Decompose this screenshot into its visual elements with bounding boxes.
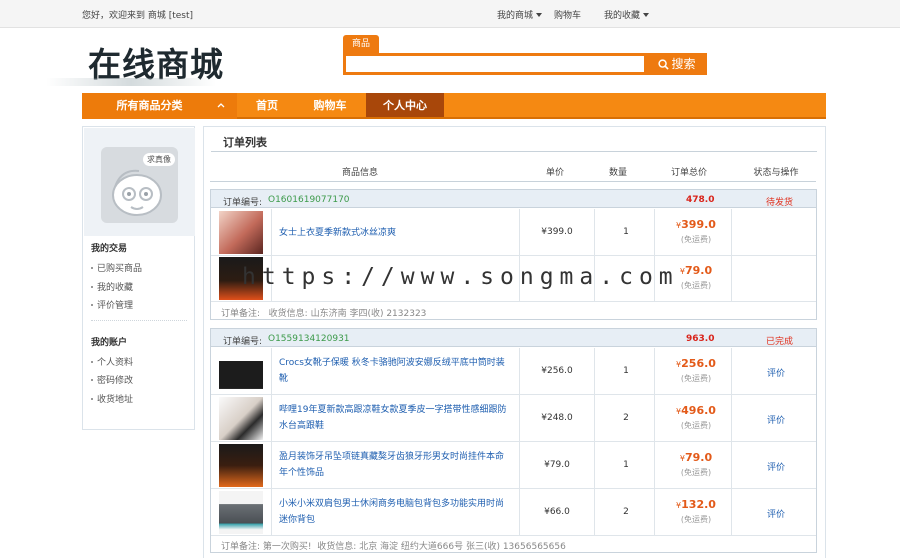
sidebar-item-reviews[interactable]: 评价管理: [91, 298, 133, 311]
unit-price: ¥399.0: [541, 227, 573, 237]
order-status: 已完成: [766, 337, 794, 347]
review-link[interactable]: 评价: [741, 366, 811, 379]
chevron-down-icon: [536, 13, 543, 17]
item-total: ¥132.0 (免运费): [676, 498, 716, 524]
review-link[interactable]: 评价: [741, 413, 811, 426]
order-note: 订单备注: 收货信息: 山东济南 李四(收) 2132323: [221, 309, 427, 319]
order-header: 订单编号: O1601619077170 478.0 待发货: [211, 190, 816, 208]
search-tab-goods[interactable]: 商品: [343, 35, 379, 54]
cart-link[interactable]: 购物车: [554, 8, 581, 21]
col-quantity: 数量: [608, 168, 627, 178]
product-name[interactable]: 小米小米双肩包男士休闲商务电脑包背包多功能实用时尚迷你背包: [279, 496, 509, 528]
table-row: 盈月装饰牙吊坠项链真藏獒牙齿狼牙形男女时尚挂件本命年个性饰品 ¥79.0 1 ¥…: [211, 442, 816, 489]
review-link[interactable]: 评价: [741, 460, 811, 473]
order-no-label: 订单编号:: [223, 337, 263, 347]
order-card: 订单编号: O1601619077170 478.0 待发货 女士上衣夏季新款式…: [210, 189, 817, 320]
logo-reflection: [46, 78, 216, 86]
order-total: 478.0: [686, 195, 715, 205]
order-note: 订单备注: 第一次购买! 收货信息: 北京 海淀 纽约大道666号 张三(收) …: [221, 542, 566, 552]
order-status: 待发货: [766, 198, 794, 208]
order-number[interactable]: O1559134120931: [268, 334, 350, 344]
unit-price: ¥248.0: [541, 413, 573, 423]
col-order-total: 订单总价: [670, 168, 707, 178]
chevron-down-icon: [643, 13, 650, 17]
product-image[interactable]: [219, 350, 263, 393]
avatar-badge: 求真像: [143, 153, 175, 166]
item-total: ¥496.0 (免运费): [676, 404, 716, 430]
nav-personal-center[interactable]: 个人中心: [366, 93, 444, 117]
table-row: 哔哩19年夏新款高跟凉鞋女款夏季皮一字搭带性感细跟防水台高跟鞋 ¥248.0 2…: [211, 395, 816, 442]
sidebar-item-purchased[interactable]: 已购买商品: [91, 261, 142, 274]
table-row: Crocs女靴子保暖 秋冬卡骆驰阿波安娜反绒平底中筒时装靴 ¥256.0 1 ¥…: [211, 348, 816, 395]
item-total: ¥399.0 (免运费): [676, 218, 716, 244]
table-row: 小米小米双肩包男士休闲商务电脑包背包多功能实用时尚迷你背包 ¥66.0 2 ¥1…: [211, 489, 816, 536]
unit-price: ¥66.0: [544, 507, 570, 517]
quantity: 1: [623, 366, 629, 376]
welcome-text: 您好，欢迎来到 商城 [test]: [82, 11, 194, 21]
search-button[interactable]: 搜索: [647, 54, 707, 74]
table-row: 女士上衣夏季新款式冰丝凉爽 ¥399.0 1 ¥399.0 (免运费): [211, 209, 816, 256]
sidebar-item-address[interactable]: 收货地址: [91, 392, 133, 405]
order-card: 订单编号: O1559134120931 963.0 已完成 Crocs女靴子保…: [210, 328, 817, 553]
product-image[interactable]: [219, 397, 263, 440]
chevron-up-icon: [217, 103, 225, 108]
sidebar-item-profile[interactable]: 个人资料: [91, 355, 133, 368]
page-title: 订单列表: [223, 136, 267, 149]
quantity: 1: [623, 460, 629, 470]
product-name[interactable]: 哔哩19年夏新款高跟凉鞋女款夏季皮一字搭带性感细跟防水台高跟鞋: [279, 402, 509, 434]
quantity: 1: [623, 227, 629, 237]
nav-cart[interactable]: 购物车: [304, 93, 356, 117]
item-total: ¥79.0 (免运费): [679, 451, 713, 477]
product-name[interactable]: 女士上衣夏季新款式冰丝凉爽: [279, 225, 509, 241]
sidebar: 求真像 我的交易 已购买商品 我的收藏 评价管理 我的账户 个人资料 密码修改 …: [82, 126, 195, 430]
unit-price: ¥79.0: [544, 460, 570, 470]
watermark: https://www.songma.com: [242, 264, 679, 290]
nav-home[interactable]: 首页: [242, 93, 292, 117]
avatar[interactable]: 求真像: [101, 147, 178, 223]
section-my-trades: 我的交易: [91, 244, 128, 254]
divider: [91, 320, 187, 321]
sidebar-item-password[interactable]: 密码修改: [91, 373, 133, 386]
order-no-label: 订单编号:: [223, 198, 263, 208]
review-link[interactable]: 评价: [741, 507, 811, 520]
order-header: 订单编号: O1559134120931 963.0 已完成: [211, 329, 816, 347]
product-image[interactable]: [219, 491, 263, 534]
top-bar: 您好，欢迎来到 商城 [test] 我的商城 购物车 我的收藏: [0, 0, 900, 28]
item-total: ¥256.0 (免运费): [676, 357, 716, 383]
section-my-account: 我的账户: [91, 338, 128, 348]
all-categories-menu[interactable]: 所有商品分类: [82, 93, 237, 119]
product-name[interactable]: 盈月装饰牙吊坠项链真藏獒牙齿狼牙形男女时尚挂件本命年个性饰品: [279, 449, 509, 481]
search-input[interactable]: [346, 56, 644, 72]
my-mall-menu[interactable]: 我的商城: [497, 8, 543, 21]
quantity: 2: [623, 507, 629, 517]
quantity: 2: [623, 413, 629, 423]
col-unit-price: 单价: [545, 168, 564, 178]
sidebar-item-favorites[interactable]: 我的收藏: [91, 280, 133, 293]
product-name[interactable]: Crocs女靴子保暖 秋冬卡骆驰阿波安娜反绒平底中筒时装靴: [279, 355, 509, 387]
unit-price: ¥256.0: [541, 366, 573, 376]
main-nav: 所有商品分类 首页 购物车 个人中心: [82, 93, 826, 119]
col-product-info: 商品信息: [341, 168, 378, 178]
search-icon: [658, 59, 670, 70]
order-number[interactable]: O1601619077170: [268, 195, 350, 205]
order-total: 963.0: [686, 334, 715, 344]
col-status-actions: 状态与操作: [753, 168, 799, 178]
product-image[interactable]: [219, 444, 263, 487]
all-categories-label[interactable]: 所有商品分类: [82, 93, 217, 117]
favorites-menu[interactable]: 我的收藏: [604, 8, 650, 21]
product-image[interactable]: [219, 211, 263, 254]
